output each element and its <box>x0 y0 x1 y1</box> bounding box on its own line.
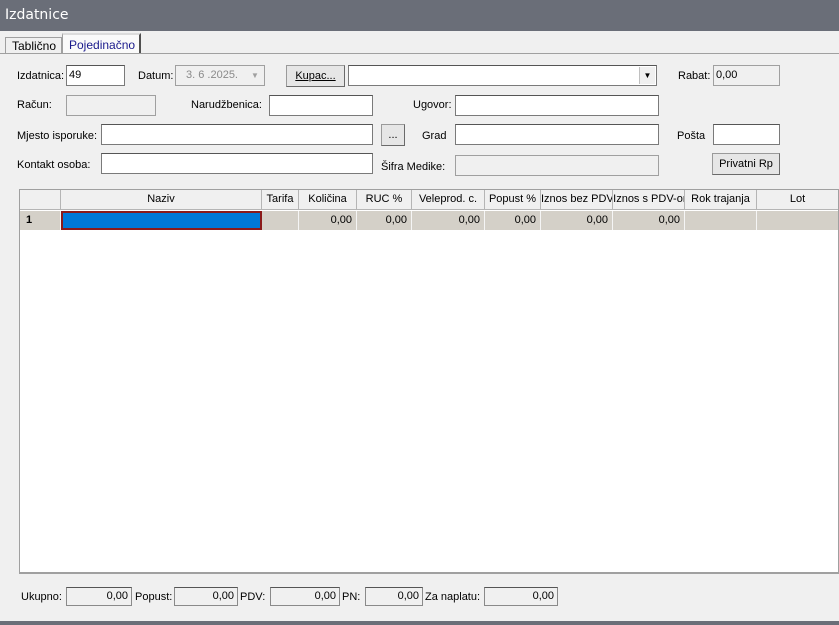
grid-header-rok-trajanja[interactable]: Rok trajanja <box>685 190 757 210</box>
privatni-rp-button[interactable]: Privatni Rp <box>712 153 780 175</box>
izdatnica-input[interactable]: 49 <box>66 65 125 86</box>
chevron-down-icon[interactable]: ▼ <box>639 67 655 84</box>
kupac-button[interactable]: Kupac... <box>286 65 345 87</box>
grid-header-veleprod[interactable]: Veleprod. c. <box>412 190 485 210</box>
items-grid[interactable]: Naziv Tarifa Količina RUC % Veleprod. c.… <box>19 189 839 573</box>
izdatnica-label: Izdatnica: <box>17 70 65 82</box>
ruc-cell[interactable]: 0,00 <box>357 211 412 230</box>
tab-tablicno[interactable]: Tablično <box>5 37 62 54</box>
rabat-field: 0,00 <box>713 65 780 86</box>
kolicina-cell[interactable]: 0,00 <box>299 211 357 230</box>
narudzbenica-label: Narudžbenica: <box>191 99 262 111</box>
pn-field: 0,00 <box>365 587 423 606</box>
pdv-label: PDV: <box>240 591 266 603</box>
grad-label: Grad <box>422 130 447 142</box>
rabat-label: Rabat: <box>678 70 711 82</box>
sifra-medike-label: Šifra Medike: <box>381 161 446 173</box>
chevron-down-icon[interactable]: ▼ <box>247 67 263 84</box>
ukupno-label: Ukupno: <box>21 591 62 603</box>
datum-value: 3. 6 .2025. <box>186 69 238 81</box>
grid-header-popust[interactable]: Popust % <box>485 190 541 210</box>
naziv-cell[interactable] <box>61 211 262 230</box>
window-bottom-border <box>0 621 839 625</box>
sifra-medike-field <box>455 155 659 176</box>
grad-input[interactable] <box>455 124 659 145</box>
kontakt-osoba-label: Kontakt osoba: <box>17 159 91 171</box>
racun-label: Račun: <box>17 99 52 111</box>
ugovor-label: Ugovor: <box>413 99 452 111</box>
iznos-s-pdv-cell[interactable]: 0,00 <box>613 211 685 230</box>
pdv-field: 0,00 <box>270 587 340 606</box>
kupac-button-label: Kupac... <box>295 70 336 82</box>
datum-label: Datum: <box>138 70 174 82</box>
za-naplatu-label: Za naplatu: <box>425 591 481 603</box>
row-number: 1 <box>20 211 61 230</box>
lot-cell[interactable] <box>757 211 838 230</box>
posta-input[interactable] <box>713 124 780 145</box>
posta-label: Pošta <box>677 130 706 142</box>
tab-divider <box>0 53 839 54</box>
mjesto-isporuke-input[interactable] <box>101 124 373 145</box>
veleprod-cell[interactable]: 0,00 <box>412 211 485 230</box>
popust-total-field: 0,00 <box>174 587 238 606</box>
datum-picker[interactable]: 3. 6 .2025. ▼ <box>175 65 265 86</box>
rok-trajanja-cell[interactable] <box>685 211 757 230</box>
grid-header-iznos-s-pdv[interactable]: Iznos s PDV-om <box>613 190 685 210</box>
ugovor-input[interactable] <box>455 95 659 116</box>
kupac-select[interactable]: ▼ <box>348 65 657 86</box>
grid-header-ruc[interactable]: RUC % <box>357 190 412 210</box>
window-title: Izdatnice <box>0 0 839 31</box>
grid-bottom-divider <box>19 573 839 574</box>
tarifa-cell[interactable] <box>262 211 299 230</box>
kontakt-osoba-input[interactable] <box>101 153 373 174</box>
racun-field <box>66 95 156 116</box>
grid-header-iznos-bez-pdv[interactable]: Iznos bez PDV <box>541 190 613 210</box>
narudzbenica-input[interactable] <box>269 95 373 116</box>
grid-header-lot[interactable]: Lot <box>757 190 838 210</box>
za-naplatu-field: 0,00 <box>484 587 558 606</box>
grid-header-corner <box>20 190 61 210</box>
mjesto-browse-button[interactable]: ... <box>381 124 405 146</box>
grid-header-naziv[interactable]: Naziv <box>61 190 262 210</box>
grid-header-kolicina[interactable]: Količina <box>299 190 357 210</box>
tab-pojedinacno[interactable]: Pojedinačno <box>62 33 141 54</box>
popust-label: Popust: <box>135 591 173 603</box>
grid-header-iznos-s-pdv-label: Iznos s PDV-om <box>613 193 685 205</box>
popust-cell[interactable]: 0,00 <box>485 211 541 230</box>
mjesto-isporuke-label: Mjesto isporuke: <box>17 130 98 142</box>
ukupno-field: 0,00 <box>66 587 132 606</box>
pn-label: PN: <box>342 591 361 603</box>
iznos-bez-pdv-cell[interactable]: 0,00 <box>541 211 613 230</box>
grid-header-tarifa[interactable]: Tarifa <box>262 190 299 210</box>
